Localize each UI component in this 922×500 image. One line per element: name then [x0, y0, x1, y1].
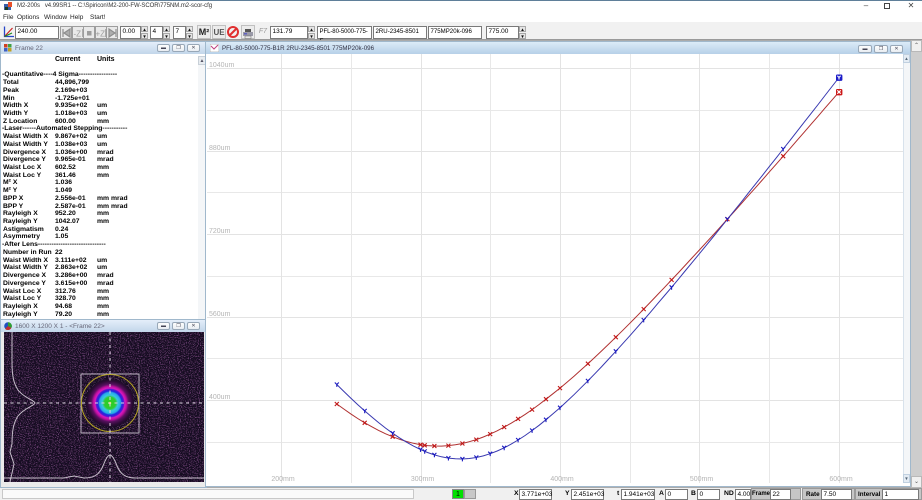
svg-text:-Z: -Z	[74, 29, 82, 38]
svg-text:560um: 560um	[209, 311, 231, 318]
svg-text:+Z: +Z	[96, 29, 105, 38]
svg-text:720um: 720um	[209, 228, 231, 235]
svg-text:600mm: 600mm	[829, 476, 853, 483]
svg-text:500mm: 500mm	[690, 476, 714, 483]
svg-text:400mm: 400mm	[550, 476, 574, 483]
svg-text:1040um: 1040um	[209, 62, 234, 69]
svg-text:200mm: 200mm	[271, 476, 295, 483]
svg-text:880um: 880um	[209, 145, 231, 152]
svg-text:400um: 400um	[209, 394, 231, 401]
svg-text:300mm: 300mm	[411, 476, 435, 483]
